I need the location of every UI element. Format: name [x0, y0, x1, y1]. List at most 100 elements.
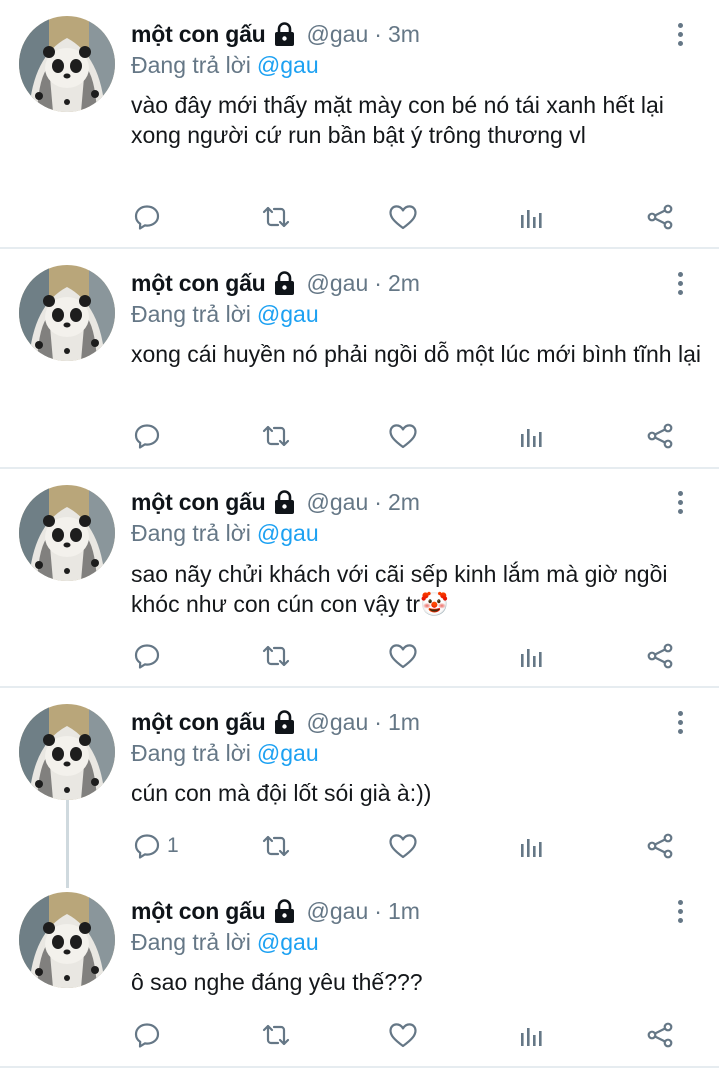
reply-button[interactable]: [133, 1017, 167, 1053]
analytics-button[interactable]: [518, 1017, 544, 1053]
user-handle[interactable]: @gau: [307, 489, 369, 516]
tweet-text: sao nãy chửi khách với cãi sếp kinh lắm …: [131, 561, 668, 617]
retweet-button[interactable]: [260, 199, 292, 235]
timestamp[interactable]: 2m: [388, 489, 420, 516]
reply-button[interactable]: [133, 638, 167, 674]
separator-dot: ·: [374, 488, 382, 515]
lock-icon: [272, 709, 297, 735]
more-vertical-icon[interactable]: [668, 268, 692, 298]
separator-dot: ·: [374, 897, 382, 924]
retweet-button[interactable]: [260, 828, 292, 864]
analytics-button[interactable]: [518, 828, 544, 864]
timestamp[interactable]: 3m: [388, 21, 420, 48]
share-button[interactable]: [645, 199, 675, 235]
user-handle[interactable]: @gau: [307, 270, 369, 297]
share-button[interactable]: [645, 638, 675, 674]
share-button[interactable]: [645, 828, 675, 864]
heart-icon: [388, 1021, 418, 1049]
analytics-button[interactable]: [518, 199, 544, 235]
display-name[interactable]: một con gấu: [131, 489, 266, 516]
lock-icon: [272, 898, 297, 924]
more-vertical-icon[interactable]: [668, 707, 692, 737]
replying-to-label: Đang trả lời: [131, 520, 251, 546]
share-icon: [645, 422, 675, 450]
panda-avatar-image: [19, 16, 115, 112]
replying-to-label: Đang trả lời: [131, 740, 251, 766]
more-vertical-icon[interactable]: [668, 19, 692, 49]
share-button[interactable]: [645, 418, 675, 454]
reply-icon: [133, 1021, 161, 1049]
reply-button[interactable]: [133, 199, 167, 235]
reply-button[interactable]: [133, 418, 167, 454]
replying-to: Đang trả lời @gau: [131, 738, 319, 768]
more-vertical-icon[interactable]: [668, 896, 692, 926]
display-name[interactable]: một con gấu: [131, 21, 266, 48]
share-icon: [645, 203, 675, 231]
tweet[interactable]: một con gấu @gau · 2m Đang trả lời @gau x…: [0, 249, 719, 467]
panda-avatar-image: [19, 485, 115, 581]
share-button[interactable]: [645, 1017, 675, 1053]
display-name[interactable]: một con gấu: [131, 270, 266, 297]
tweet[interactable]: một con gấu @gau · 2m Đang trả lời @gau s…: [0, 469, 719, 687]
replying-to: Đang trả lời @gau: [131, 50, 319, 80]
tweet-text: xong cái huyền nó phải ngồi dỗ một lúc m…: [131, 341, 701, 367]
replying-to-label: Đang trả lời: [131, 301, 251, 327]
avatar[interactable]: [19, 485, 115, 581]
more-vertical-icon[interactable]: [668, 487, 692, 517]
display-name[interactable]: một con gấu: [131, 898, 266, 925]
avatar[interactable]: [19, 265, 115, 361]
timestamp[interactable]: 2m: [388, 270, 420, 297]
replying-to: Đang trả lời @gau: [131, 518, 319, 548]
replying-to-label: Đang trả lời: [131, 929, 251, 955]
retweet-button[interactable]: [260, 638, 292, 674]
user-handle[interactable]: @gau: [307, 898, 369, 925]
replying-to-label: Đang trả lời: [131, 52, 251, 78]
tweet-text: vào đây mới thấy mặt mày con bé nó tái x…: [131, 92, 664, 148]
action-bar: [0, 638, 719, 674]
retweet-icon: [260, 642, 292, 670]
heart-icon: [388, 642, 418, 670]
retweet-icon: [260, 203, 292, 231]
user-handle[interactable]: @gau: [307, 21, 369, 48]
stats-icon: [518, 1021, 544, 1049]
tweet[interactable]: một con gấu @gau · 1m Đang trả lời @gau ô…: [0, 878, 719, 1092]
replying-to-handle[interactable]: @gau: [257, 929, 319, 955]
lock-icon: [272, 21, 297, 47]
replying-to: Đang trả lời @gau: [131, 299, 319, 329]
replying-to-handle[interactable]: @gau: [257, 301, 319, 327]
like-button[interactable]: [388, 199, 418, 235]
tweet[interactable]: một con gấu @gau · 1m Đang trả lời @gau c…: [0, 688, 719, 878]
retweet-icon: [260, 832, 292, 860]
retweet-button[interactable]: [260, 418, 292, 454]
tweet[interactable]: một con gấu @gau · 3m Đang trả lời @gau v…: [0, 0, 719, 248]
avatar[interactable]: [19, 16, 115, 112]
heart-icon: [388, 832, 418, 860]
analytics-button[interactable]: [518, 638, 544, 674]
like-button[interactable]: [388, 638, 418, 674]
retweet-icon: [260, 1021, 292, 1049]
analytics-button[interactable]: [518, 418, 544, 454]
avatar[interactable]: [19, 704, 115, 800]
timestamp[interactable]: 1m: [388, 898, 420, 925]
panda-avatar-image: [19, 265, 115, 361]
reply-icon: [133, 422, 161, 450]
reply-count: 1: [167, 834, 179, 857]
timestamp[interactable]: 1m: [388, 709, 420, 736]
separator-dot: ·: [374, 269, 382, 296]
replying-to-handle[interactable]: @gau: [257, 740, 319, 766]
replying-to: Đang trả lời @gau: [131, 927, 319, 957]
like-button[interactable]: [388, 418, 418, 454]
action-bar: [0, 418, 719, 454]
like-button[interactable]: [388, 1017, 418, 1053]
action-bar: [0, 199, 719, 235]
like-button[interactable]: [388, 828, 418, 864]
tweet-text: ô sao nghe đáng yêu thế???: [131, 969, 423, 995]
replying-to-handle[interactable]: @gau: [257, 520, 319, 546]
avatar[interactable]: [19, 892, 115, 988]
reply-button[interactable]: 1: [133, 828, 179, 864]
user-handle[interactable]: @gau: [307, 709, 369, 736]
display-name[interactable]: một con gấu: [131, 709, 266, 736]
panda-avatar-image: [19, 892, 115, 988]
retweet-button[interactable]: [260, 1017, 292, 1053]
replying-to-handle[interactable]: @gau: [257, 52, 319, 78]
